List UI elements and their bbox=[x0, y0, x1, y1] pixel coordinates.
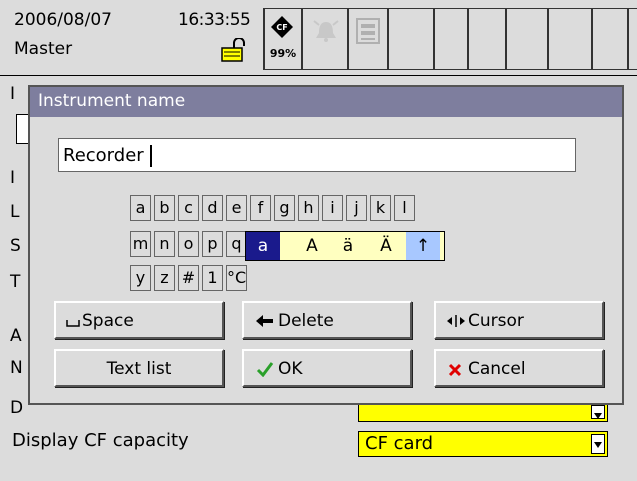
cancel-button-label: Cancel bbox=[468, 359, 526, 379]
keyboard-key[interactable]: k bbox=[370, 195, 391, 221]
keyboard-key[interactable]: m bbox=[130, 231, 151, 257]
delete-button-label: Delete bbox=[278, 311, 334, 331]
ok-button-label: OK bbox=[278, 359, 303, 379]
status-info: 2006/08/07 16:33:55 Master bbox=[10, 8, 262, 68]
status-slot-2 bbox=[434, 8, 468, 70]
text-caret bbox=[150, 145, 152, 167]
keyboard-key[interactable]: c bbox=[178, 195, 199, 221]
cf-capacity-select[interactable]: CF card bbox=[358, 431, 608, 457]
memory-icon bbox=[356, 18, 380, 44]
cursor-move-icon bbox=[447, 315, 465, 327]
shift-up-key[interactable]: ↑ bbox=[406, 232, 440, 260]
space-button[interactable]: Space bbox=[54, 301, 224, 339]
keyboard-key[interactable]: b bbox=[154, 195, 175, 221]
bg-label-fragment-1: I bbox=[10, 168, 16, 188]
status-time: 16:33:55 bbox=[178, 10, 251, 30]
keyboard-key[interactable]: d bbox=[202, 195, 223, 221]
status-slot-7 bbox=[628, 8, 637, 70]
keyboard-key[interactable]: i bbox=[322, 195, 343, 221]
variant-key[interactable]: a bbox=[246, 232, 280, 260]
cancel-button[interactable]: Cancel bbox=[434, 349, 604, 387]
input-value: Recorder bbox=[63, 145, 144, 166]
keyboard-key[interactable]: 1 bbox=[202, 265, 223, 291]
status-user: Master bbox=[14, 39, 73, 59]
bg-field-dropdown-button[interactable] bbox=[591, 405, 605, 419]
delete-button[interactable]: Delete bbox=[242, 301, 412, 339]
svg-text:CF: CF bbox=[276, 23, 287, 32]
instrument-name-dialog: Instrument name Recorder abcdefghijklmno… bbox=[28, 85, 624, 405]
alarm-status[interactable] bbox=[302, 8, 348, 70]
variant-key[interactable]: A bbox=[294, 232, 330, 260]
status-slot-5 bbox=[548, 8, 592, 70]
space-button-label: Space bbox=[82, 311, 134, 331]
status-bar: 2006/08/07 16:33:55 Master CF 99% bbox=[0, 0, 637, 76]
bg-label-fragment-3: S bbox=[10, 236, 21, 256]
keyboard-key[interactable]: l bbox=[394, 195, 415, 221]
status-date: 2006/08/07 bbox=[14, 10, 112, 30]
alarm-bell-icon bbox=[313, 20, 339, 42]
bg-label-fragment-5: A bbox=[10, 326, 22, 346]
keyboard-key[interactable]: a bbox=[130, 195, 151, 221]
status-slot-3 bbox=[468, 8, 506, 70]
keyboard-key[interactable]: n bbox=[154, 231, 175, 257]
keyboard-key[interactable]: e bbox=[226, 195, 247, 221]
cf-capacity-label: Display CF capacity bbox=[12, 430, 189, 451]
ok-button[interactable]: OK bbox=[242, 349, 412, 387]
instrument-name-input[interactable]: Recorder bbox=[58, 138, 576, 172]
keyboard-key[interactable]: °C bbox=[226, 265, 247, 291]
bg-label-fragment-4: T bbox=[10, 272, 21, 292]
dialog-title-bar: Instrument name bbox=[30, 87, 622, 117]
cf-card-icon: CF bbox=[271, 16, 293, 38]
cursor-button[interactable]: Cursor bbox=[434, 301, 604, 339]
keyboard-key[interactable]: h bbox=[298, 195, 319, 221]
space-icon bbox=[66, 320, 80, 327]
dialog-title: Instrument name bbox=[38, 91, 186, 111]
text-list-button[interactable]: Text list bbox=[54, 349, 224, 387]
cancel-x-icon bbox=[448, 363, 462, 377]
variant-key[interactable]: ä bbox=[330, 232, 366, 260]
keyboard-key[interactable]: z bbox=[154, 265, 175, 291]
checkmark-icon bbox=[256, 362, 274, 377]
bg-label-fragment-7: D bbox=[10, 398, 24, 418]
keyboard-key[interactable]: g bbox=[274, 195, 295, 221]
cursor-button-label: Cursor bbox=[468, 311, 524, 331]
delete-arrow-icon bbox=[256, 315, 273, 327]
keyboard-key[interactable]: j bbox=[346, 195, 367, 221]
keyboard-key[interactable]: o bbox=[178, 231, 199, 257]
instrument-screen: 2006/08/07 16:33:55 Master CF 99% I I L … bbox=[0, 0, 637, 481]
keyboard-key[interactable]: q bbox=[226, 231, 247, 257]
cf-capacity-value: CF card bbox=[365, 433, 434, 454]
bg-field-partial[interactable] bbox=[358, 404, 608, 422]
bg-title-fragment: I bbox=[10, 84, 16, 104]
cf-card-status[interactable]: CF 99% bbox=[264, 8, 302, 70]
keyboard-key[interactable]: # bbox=[178, 265, 199, 291]
bg-label-fragment-6: N bbox=[10, 358, 23, 378]
text-list-button-label: Text list bbox=[106, 359, 172, 379]
status-slot-6 bbox=[592, 8, 628, 70]
keyboard-key[interactable]: f bbox=[250, 195, 271, 221]
keyboard-key[interactable]: y bbox=[130, 265, 151, 291]
cf-capacity-dropdown-button[interactable] bbox=[591, 434, 605, 454]
unlocked-padlock-icon bbox=[221, 38, 245, 62]
status-slot-1 bbox=[388, 8, 434, 70]
character-variant-popup: a A ä Ä ↑ bbox=[245, 231, 445, 261]
keyboard-key[interactable]: p bbox=[202, 231, 223, 257]
bg-label-fragment-2: L bbox=[10, 202, 20, 222]
variant-key[interactable]: Ä bbox=[366, 232, 406, 260]
status-slot-4 bbox=[506, 8, 548, 70]
memory-status[interactable] bbox=[348, 8, 388, 70]
cf-usage-percent: 99% bbox=[269, 47, 297, 60]
